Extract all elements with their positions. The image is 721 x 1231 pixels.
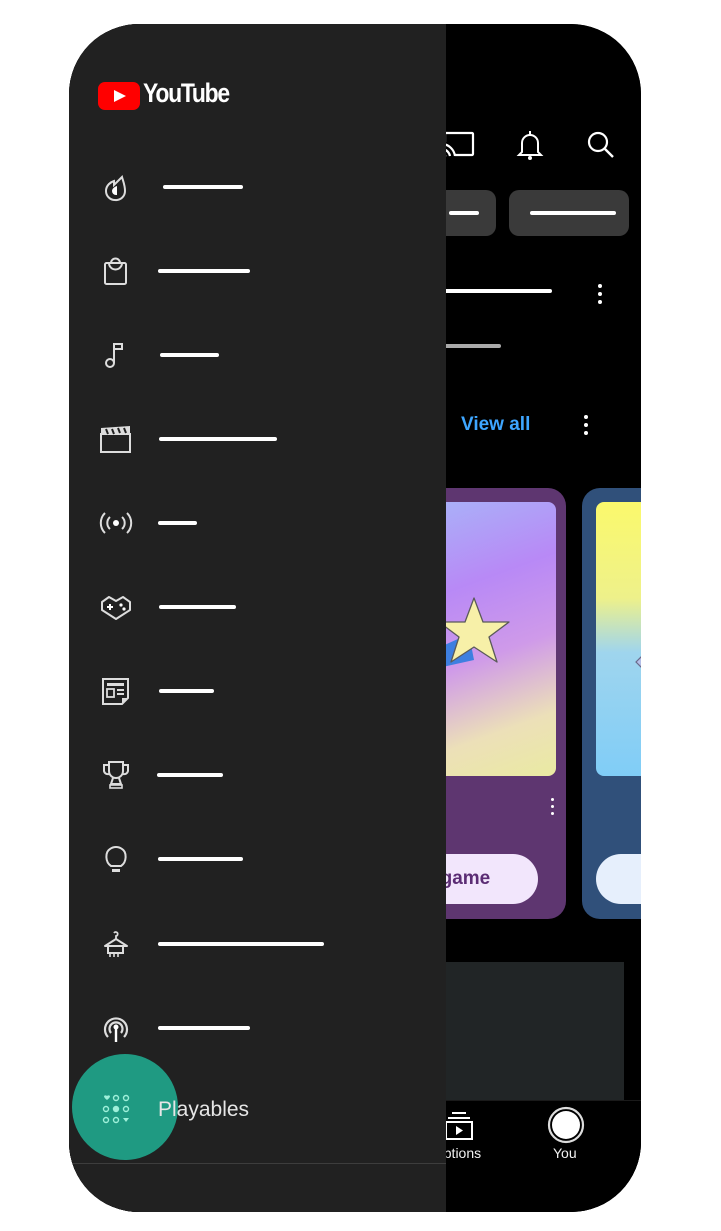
drawer-item-trending[interactable] bbox=[69, 157, 446, 217]
live-icon bbox=[99, 508, 133, 538]
drawer-item-label bbox=[163, 185, 243, 189]
drawer-item-gaming[interactable] bbox=[69, 577, 446, 637]
drawer-item-label bbox=[159, 605, 236, 609]
more-options-icon[interactable] bbox=[598, 284, 602, 308]
drawer-item-label bbox=[157, 773, 223, 777]
fashion-beauty-icon bbox=[99, 929, 133, 959]
drawer-item-podcasts[interactable] bbox=[69, 998, 446, 1058]
music-icon bbox=[99, 340, 133, 370]
movies-icon bbox=[99, 424, 133, 454]
drawer-item-movies[interactable] bbox=[69, 409, 446, 469]
drawer-item-news[interactable] bbox=[69, 661, 446, 721]
game-thumbnail bbox=[596, 502, 641, 776]
navigation-drawer: YouTube Playables bbox=[69, 24, 446, 1212]
playables-icon bbox=[100, 1094, 132, 1124]
drawer-item-label bbox=[158, 1026, 250, 1030]
more-options-icon[interactable] bbox=[551, 798, 555, 819]
avatar-icon[interactable] bbox=[547, 1106, 585, 1144]
search-icon[interactable] bbox=[584, 128, 618, 162]
trending-icon bbox=[99, 172, 133, 202]
drawer-item-music[interactable] bbox=[69, 325, 446, 385]
play-game-button[interactable] bbox=[596, 854, 641, 904]
more-options-icon[interactable] bbox=[584, 415, 588, 439]
drawer-item-playables[interactable]: Playables bbox=[158, 1098, 249, 1122]
drawer-item-live[interactable] bbox=[69, 493, 446, 553]
subscriptions-icon[interactable] bbox=[443, 1111, 475, 1141]
shopping-icon bbox=[99, 256, 133, 286]
learning-icon bbox=[99, 844, 133, 874]
drawer-item-label bbox=[158, 942, 324, 946]
drawer-item-label bbox=[158, 521, 197, 525]
gaming-icon bbox=[99, 592, 133, 622]
star-icon bbox=[429, 597, 510, 670]
game-thumbnail bbox=[429, 502, 556, 776]
view-all-link[interactable]: View all bbox=[461, 414, 530, 436]
sports-icon bbox=[99, 760, 133, 790]
cast-icon[interactable] bbox=[441, 128, 475, 162]
content-placeholder bbox=[421, 962, 624, 1102]
playable-card[interactable] bbox=[582, 488, 641, 919]
podcasts-icon bbox=[99, 1013, 133, 1043]
youtube-play-icon bbox=[98, 82, 140, 110]
drawer-item-label bbox=[160, 353, 219, 357]
drawer-divider bbox=[69, 1163, 446, 1164]
drawer-item-learning[interactable] bbox=[69, 829, 446, 889]
filter-chip[interactable] bbox=[509, 190, 629, 236]
drawer-item-label bbox=[159, 689, 214, 693]
drawer-item-label bbox=[158, 857, 243, 861]
notifications-icon[interactable] bbox=[513, 128, 547, 162]
phone-screen: View all t game criptions You YouTube Pl… bbox=[69, 24, 641, 1212]
drawer-item-label bbox=[159, 437, 277, 441]
drawer-item-fashion-beauty[interactable] bbox=[69, 914, 446, 974]
drawer-item-shopping[interactable] bbox=[69, 241, 446, 301]
drawer-item-label bbox=[158, 269, 250, 273]
news-icon bbox=[99, 676, 133, 706]
drawer-item-sports[interactable] bbox=[69, 745, 446, 805]
nav-you-label[interactable]: You bbox=[553, 1145, 577, 1161]
